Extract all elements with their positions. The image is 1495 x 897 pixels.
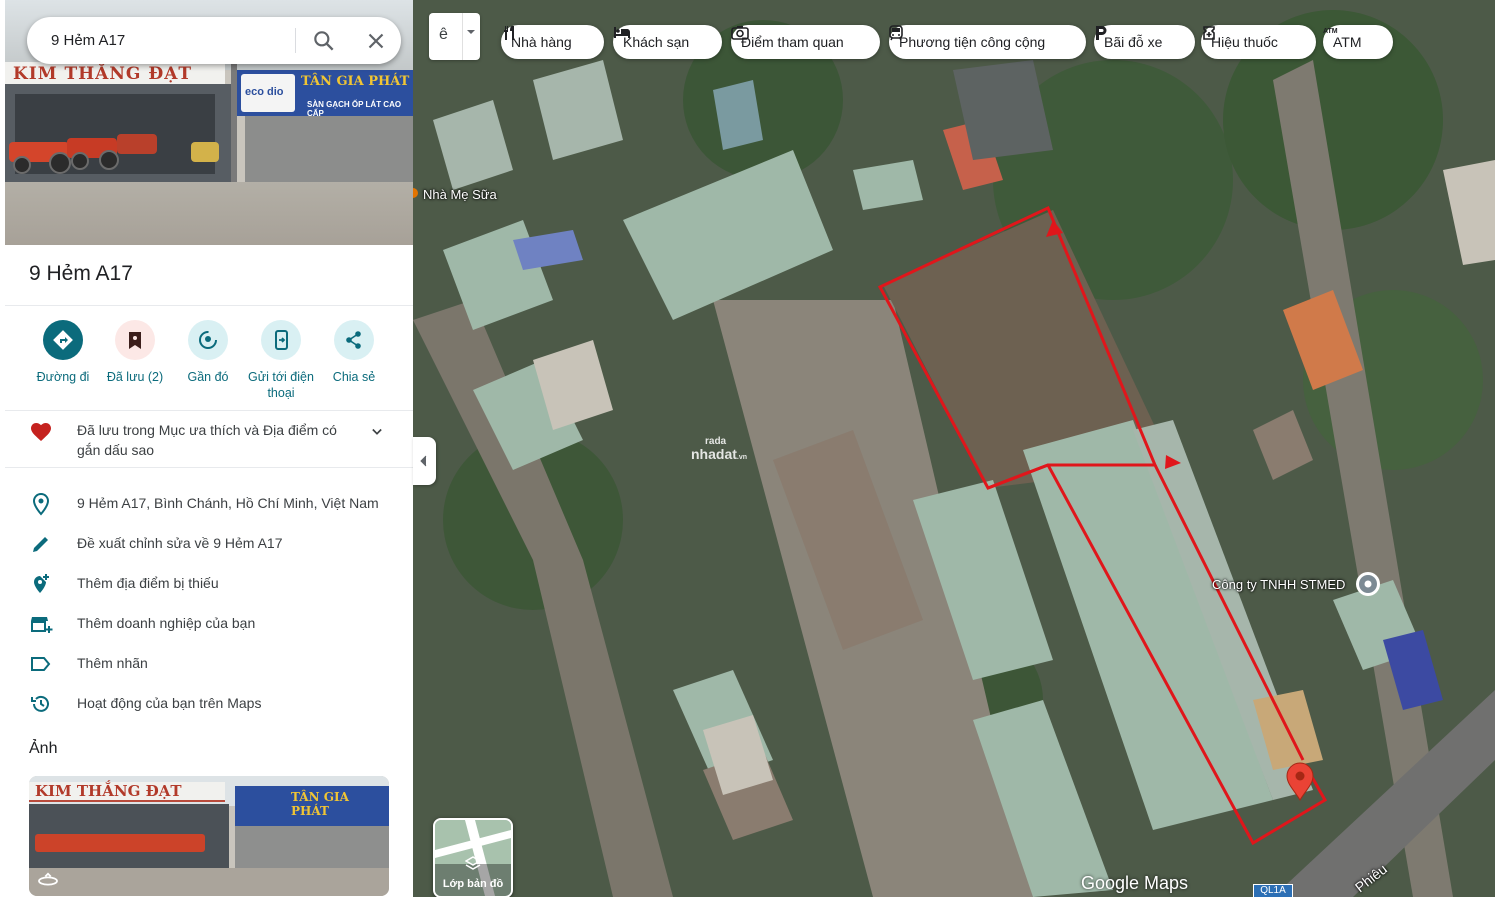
- camera-icon: [731, 26, 749, 40]
- share-button[interactable]: Chia sẻ: [318, 320, 390, 385]
- photos-heading: Ảnh: [29, 740, 58, 757]
- layers-icon: [465, 856, 481, 870]
- pharmacy-icon: [1203, 26, 1215, 40]
- chip-transit[interactable]: Phương tiện công cộng: [889, 25, 1086, 59]
- shop-sign-left: KIM THẮNG ĐẠT: [5, 62, 225, 86]
- chip-restaurants[interactable]: Nhà hàng: [501, 25, 604, 59]
- share-icon: [346, 331, 361, 349]
- restaurant-icon: [504, 26, 514, 40]
- add-business-icon: [31, 617, 53, 633]
- saved-lists-text: Đã lưu trong Mục ưa thích và Địa điểm có…: [77, 422, 337, 458]
- chevron-left-icon: [420, 455, 427, 467]
- saved-lists-row[interactable]: Đã lưu trong Mục ưa thích và Địa điểm có…: [5, 414, 413, 466]
- send-to-phone-button[interactable]: Gửi tới điện thoại: [245, 320, 317, 401]
- dropdown-arrow-icon: [467, 30, 475, 34]
- send-to-phone-icon: [275, 330, 288, 350]
- chip-pharmacies-label: Hiệu thuốc: [1211, 34, 1278, 50]
- history-icon: [31, 695, 49, 712]
- place-title: 9 Hẻm A17: [29, 262, 133, 285]
- atm-icon: ATM: [1323, 28, 1338, 35]
- google-maps-logo: Google Maps: [1081, 873, 1189, 893]
- company-marker-icon[interactable]: [1356, 572, 1380, 596]
- rada-nhadat-watermark: rada nhadat.vn: [691, 436, 748, 462]
- side-panel: KIM THẮNG ĐẠT eco dio TÂN GIA PHÁT SÀN G…: [5, 0, 413, 897]
- chevron-down-icon[interactable]: [367, 422, 387, 442]
- layers-label: Lớp bản đồ: [442, 878, 504, 890]
- edit-pencil-icon: [33, 537, 48, 552]
- add-label-row[interactable]: Thêm nhãn: [5, 644, 413, 684]
- parking-icon: [1096, 26, 1107, 40]
- add-label-text: Thêm nhãn: [77, 655, 148, 671]
- nearby-icon: [199, 331, 217, 349]
- satellite-imagery: [413, 0, 1495, 897]
- layers-button[interactable]: Lớp bản đồ: [433, 818, 513, 897]
- transit-icon: [889, 25, 903, 41]
- nearby-button[interactable]: Gần đó: [172, 320, 244, 385]
- send-to-phone-label: Gửi tới điện thoại: [248, 370, 314, 400]
- heart-icon: [31, 423, 51, 441]
- saved-label: Đã lưu (2): [106, 370, 164, 384]
- directions-button[interactable]: Đường đi: [27, 320, 99, 385]
- suggest-edit-text: Đề xuất chỉnh sửa về 9 Hẻm A17: [77, 535, 283, 551]
- label-icon: [31, 657, 51, 671]
- photo-sign-left: KIM THẮNG ĐẠT: [29, 782, 225, 802]
- map-label-company[interactable]: Công ty TNHH STMED: [1212, 577, 1345, 592]
- hotel-icon: [614, 27, 630, 38]
- address-text: 9 Hẻm A17, Bình Chánh, Hồ Chí Minh, Việt…: [77, 495, 379, 511]
- shop-sign-right: eco dio TÂN GIA PHÁT SÀN GẠCH ỐP LÁT CAO…: [237, 70, 413, 118]
- chip-atm[interactable]: ATM ATM: [1323, 25, 1393, 59]
- clear-search-button[interactable]: [363, 28, 389, 54]
- map-label-milk-shop[interactable]: Nhà Mẹ Sữa: [423, 187, 497, 202]
- chip-transit-label: Phương tiện công cộng: [899, 34, 1046, 50]
- chip-atm-label: ATM: [1333, 34, 1362, 50]
- nearby-label: Gần đó: [187, 370, 229, 384]
- location-pin-icon: [32, 492, 50, 516]
- directions-icon: [53, 330, 73, 350]
- svg-text:ATM: ATM: [1323, 28, 1338, 35]
- photo-sign-right: TÂN GIA PHÁT: [291, 790, 349, 818]
- share-label: Chia sẻ: [332, 370, 376, 384]
- collapse-panel-button[interactable]: [413, 437, 436, 485]
- chip-hotels-label: Khách sạn: [623, 34, 690, 50]
- chip-pharmacies[interactable]: Hiệu thuốc: [1201, 25, 1316, 59]
- add-missing-place-row[interactable]: Thêm địa điểm bị thiếu: [5, 564, 413, 604]
- chip-hotels[interactable]: Khách sạn: [613, 25, 722, 59]
- route-badge: QL1A: [1253, 884, 1293, 897]
- search-box: [27, 17, 401, 64]
- search-icon: [314, 31, 334, 51]
- close-icon: [368, 33, 384, 49]
- saved-button[interactable]: Đã lưu (2): [99, 320, 171, 385]
- language-glyph: ê: [439, 26, 448, 43]
- search-input[interactable]: [49, 31, 293, 50]
- add-place-icon: [34, 574, 49, 593]
- chip-parking-label: Bãi đỗ xe: [1104, 34, 1163, 50]
- chip-attractions[interactable]: Điểm tham quan: [731, 25, 880, 59]
- saved-bookmark-icon: [129, 332, 141, 349]
- chip-parking[interactable]: Bãi đỗ xe: [1094, 25, 1195, 59]
- add-business-row[interactable]: Thêm doanh nghiệp của bạn: [5, 604, 413, 644]
- satellite-map[interactable]: ê Nhà hàng Khách sạn Điểm tham quan Phươ…: [413, 0, 1495, 897]
- maps-activity-row[interactable]: Hoạt động của bạn trên Maps: [5, 684, 413, 724]
- suggest-edit-row[interactable]: Đề xuất chỉnh sửa về 9 Hẻm A17: [5, 524, 413, 564]
- add-missing-place-text: Thêm địa điểm bị thiếu: [77, 575, 219, 591]
- photo-thumbnail[interactable]: KIM THẮNG ĐẠT TÂN GIA PHÁT: [29, 776, 389, 896]
- chip-restaurants-label: Nhà hàng: [511, 34, 572, 50]
- maps-activity-text: Hoạt động của bạn trên Maps: [77, 695, 262, 711]
- language-selector[interactable]: ê: [429, 13, 480, 60]
- directions-label: Đường đi: [36, 370, 90, 384]
- address-row[interactable]: 9 Hẻm A17, Bình Chánh, Hồ Chí Minh, Việt…: [5, 484, 413, 524]
- street-view-360-icon: [38, 872, 58, 886]
- chip-attractions-label: Điểm tham quan: [741, 34, 844, 50]
- search-button[interactable]: [311, 28, 337, 54]
- add-business-text: Thêm doanh nghiệp của bạn: [77, 615, 256, 631]
